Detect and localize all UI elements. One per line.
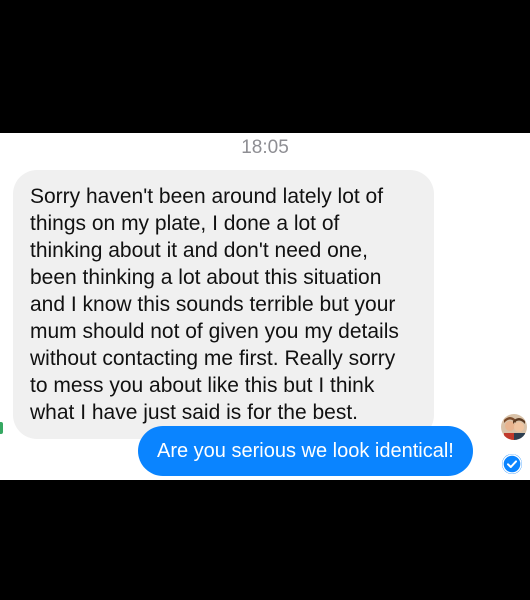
message-timestamp: 18:05 [241, 137, 289, 158]
profile-avatar-icon[interactable] [501, 414, 527, 440]
checkmark-glyph-icon [502, 454, 522, 474]
avatar-photo-icon [501, 414, 527, 440]
outgoing-message-bubble[interactable]: Are you serious we look identical! [138, 426, 473, 476]
online-status-indicator [0, 422, 3, 434]
incoming-message-bubble[interactable]: Sorry haven't been around lately lot of … [13, 170, 434, 439]
check-circle-icon [502, 454, 522, 474]
screenshot-frame: 18:05 Sorry haven't been around lately l… [0, 0, 530, 600]
chat-thread[interactable]: 18:05 Sorry haven't been around lately l… [0, 133, 530, 480]
